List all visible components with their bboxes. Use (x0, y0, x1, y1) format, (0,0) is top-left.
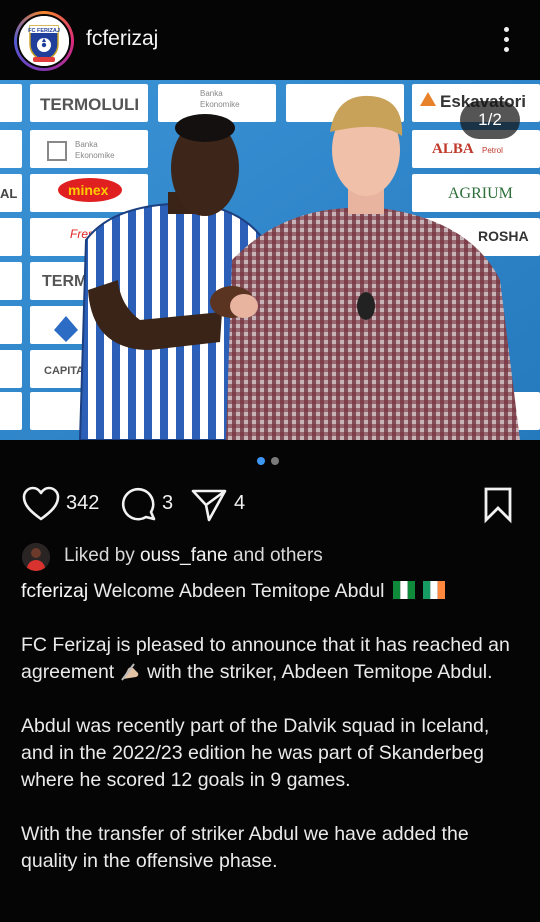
save-button[interactable] (482, 482, 516, 526)
svg-text:FC FERIZAJ: FC FERIZAJ (28, 28, 60, 34)
liked-by-user[interactable]: ouss_fane (140, 545, 228, 566)
post-username[interactable]: fcferizaj (86, 27, 158, 51)
sponsor-agrium: AGRIUM (448, 185, 513, 202)
post-caption: fcferizaj Welcome Abdeen Temitope Abdul … (21, 578, 521, 875)
fc-ferizaj-crest-icon: FC FERIZAJ (17, 14, 71, 68)
more-vertical-icon[interactable] (496, 22, 518, 58)
bookmark-icon (484, 487, 512, 524)
share-count: 4 (234, 492, 246, 514)
caption-username[interactable]: fcferizaj (21, 580, 88, 602)
comment-button[interactable]: 3 (120, 482, 180, 526)
profile-avatar[interactable]: FC FERIZAJ (14, 11, 74, 71)
caption-headline-line: fcferizaj Welcome Abdeen Temitope Abdul (21, 578, 521, 605)
svg-text:Ekonomike: Ekonomike (75, 151, 115, 160)
liked-by-avatar (22, 543, 50, 571)
caption-paragraph-3: With the transfer of striker Abdul we ha… (21, 823, 469, 872)
carousel-dot (271, 457, 279, 465)
writing-hand-icon (120, 661, 142, 681)
comment-icon (121, 487, 156, 521)
send-icon (191, 489, 227, 522)
nigeria-flag-icon (392, 580, 415, 599)
post-header: FC FERIZAJ fcferizaj (0, 0, 540, 80)
svg-text:TERM: TERM (42, 273, 87, 290)
svg-text:Petrol: Petrol (482, 146, 503, 155)
sponsor-rosha: ROSHA (478, 228, 529, 244)
carousel-dot-active (257, 457, 265, 465)
heart-icon (22, 486, 60, 521)
share-button[interactable]: 4 (190, 482, 254, 526)
liked-by-row[interactable]: Liked by ouss_fane and others (22, 543, 522, 571)
like-button[interactable]: 342 (22, 482, 106, 526)
sponsor-alba: ALBA (432, 141, 474, 157)
liked-by-text: Liked by ouss_fane and others (64, 545, 323, 566)
svg-text:Ekonomike: Ekonomike (200, 100, 240, 109)
sponsor-minex: minex (68, 182, 109, 198)
comment-count: 3 (162, 492, 174, 514)
like-count: 342 (66, 492, 100, 514)
caption-paragraph-2: Abdul was recently part of the Dalvik sq… (21, 715, 490, 791)
svg-text:Banka: Banka (200, 89, 223, 98)
carousel-indicator (257, 457, 283, 465)
caption-headline: Welcome Abdeen Temitope Abdul (93, 580, 385, 602)
action-bar: 342 3 4 (0, 482, 540, 526)
ireland-flag-icon (423, 580, 446, 599)
sponsor-termoluli: TERMOLULI (40, 95, 139, 114)
caption-paragraph-1: FC Ferizaj is pleased to announce that i… (21, 634, 510, 683)
svg-text:AL: AL (0, 186, 17, 201)
image-counter-badge: 1/2 (460, 101, 520, 139)
post-image[interactable]: TERMOLULI Banka Ekonomike Eskavatori Ban… (0, 80, 540, 440)
svg-text:Banka: Banka (75, 140, 98, 149)
